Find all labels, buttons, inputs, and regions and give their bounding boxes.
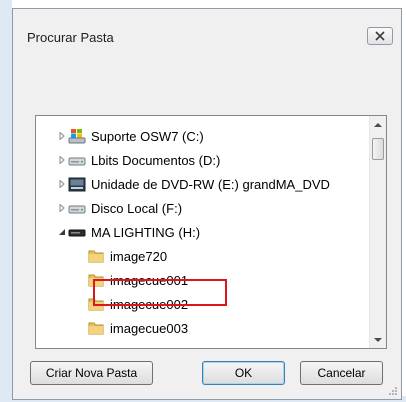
- cancel-button[interactable]: Cancelar: [300, 361, 383, 385]
- close-icon: [375, 31, 385, 41]
- browse-folder-dialog: Procurar Pasta Suporte OSW7 (C:) Lbits D…: [12, 8, 402, 400]
- resize-grip-icon[interactable]: [388, 386, 398, 396]
- scroll-up-button[interactable]: [370, 116, 386, 133]
- tree-item-d-drive[interactable]: Lbits Documentos (D:): [56, 148, 220, 172]
- title-bar: Procurar Pasta: [13, 9, 401, 49]
- tree-item-e-drive[interactable]: Unidade de DVD-RW (E:) grandMA_DVD: [56, 172, 330, 196]
- vertical-scrollbar[interactable]: [369, 116, 386, 348]
- new-folder-button[interactable]: Criar Nova Pasta: [30, 361, 153, 385]
- highlight-box: [93, 279, 227, 306]
- tree-item-label: Suporte OSW7 (C:): [91, 128, 204, 144]
- collapse-arrow-icon[interactable]: [56, 226, 68, 238]
- tree-item-label: imagecue003: [110, 320, 189, 336]
- tree-item-label: Unidade de DVD-RW (E:) grandMA_DVD: [91, 176, 330, 192]
- tree-item-folder[interactable]: imagecue003: [75, 316, 188, 340]
- tree-item-label: image720: [110, 248, 168, 264]
- folder-icon: [87, 320, 105, 336]
- backdrop-left: [0, 0, 12, 402]
- removable-drive-icon: [68, 224, 86, 240]
- scroll-up-icon: [374, 122, 382, 127]
- tree-item-c-drive[interactable]: Suporte OSW7 (C:): [56, 124, 204, 148]
- tree-item-label: Disco Local (F:): [91, 200, 183, 216]
- ok-button[interactable]: OK: [202, 361, 285, 385]
- folder-icon: [87, 248, 105, 264]
- expand-arrow-icon[interactable]: [56, 154, 68, 166]
- scroll-thumb[interactable]: [372, 138, 384, 160]
- tree-item-h-drive[interactable]: MA LIGHTING (H:): [56, 220, 200, 244]
- folder-tree[interactable]: Suporte OSW7 (C:) Lbits Documentos (D:): [35, 115, 387, 349]
- hard-drive-icon: [68, 200, 86, 216]
- system-drive-icon: [68, 128, 86, 144]
- expand-arrow-icon[interactable]: [56, 202, 68, 214]
- tree-item-label: Lbits Documentos (D:): [91, 152, 221, 168]
- tree-item-f-drive[interactable]: Disco Local (F:): [56, 196, 182, 220]
- close-button[interactable]: [367, 27, 393, 45]
- scroll-down-button[interactable]: [370, 331, 386, 348]
- expand-arrow-icon[interactable]: [56, 130, 68, 142]
- dvd-drive-icon: [68, 176, 86, 192]
- tree-item-label: MA LIGHTING (H:): [91, 224, 201, 240]
- scroll-down-icon: [374, 337, 382, 342]
- tree-item-folder[interactable]: image720: [75, 244, 167, 268]
- expand-arrow-icon[interactable]: [56, 178, 68, 190]
- hard-drive-icon: [68, 152, 86, 168]
- dialog-title: Procurar Pasta: [27, 30, 114, 45]
